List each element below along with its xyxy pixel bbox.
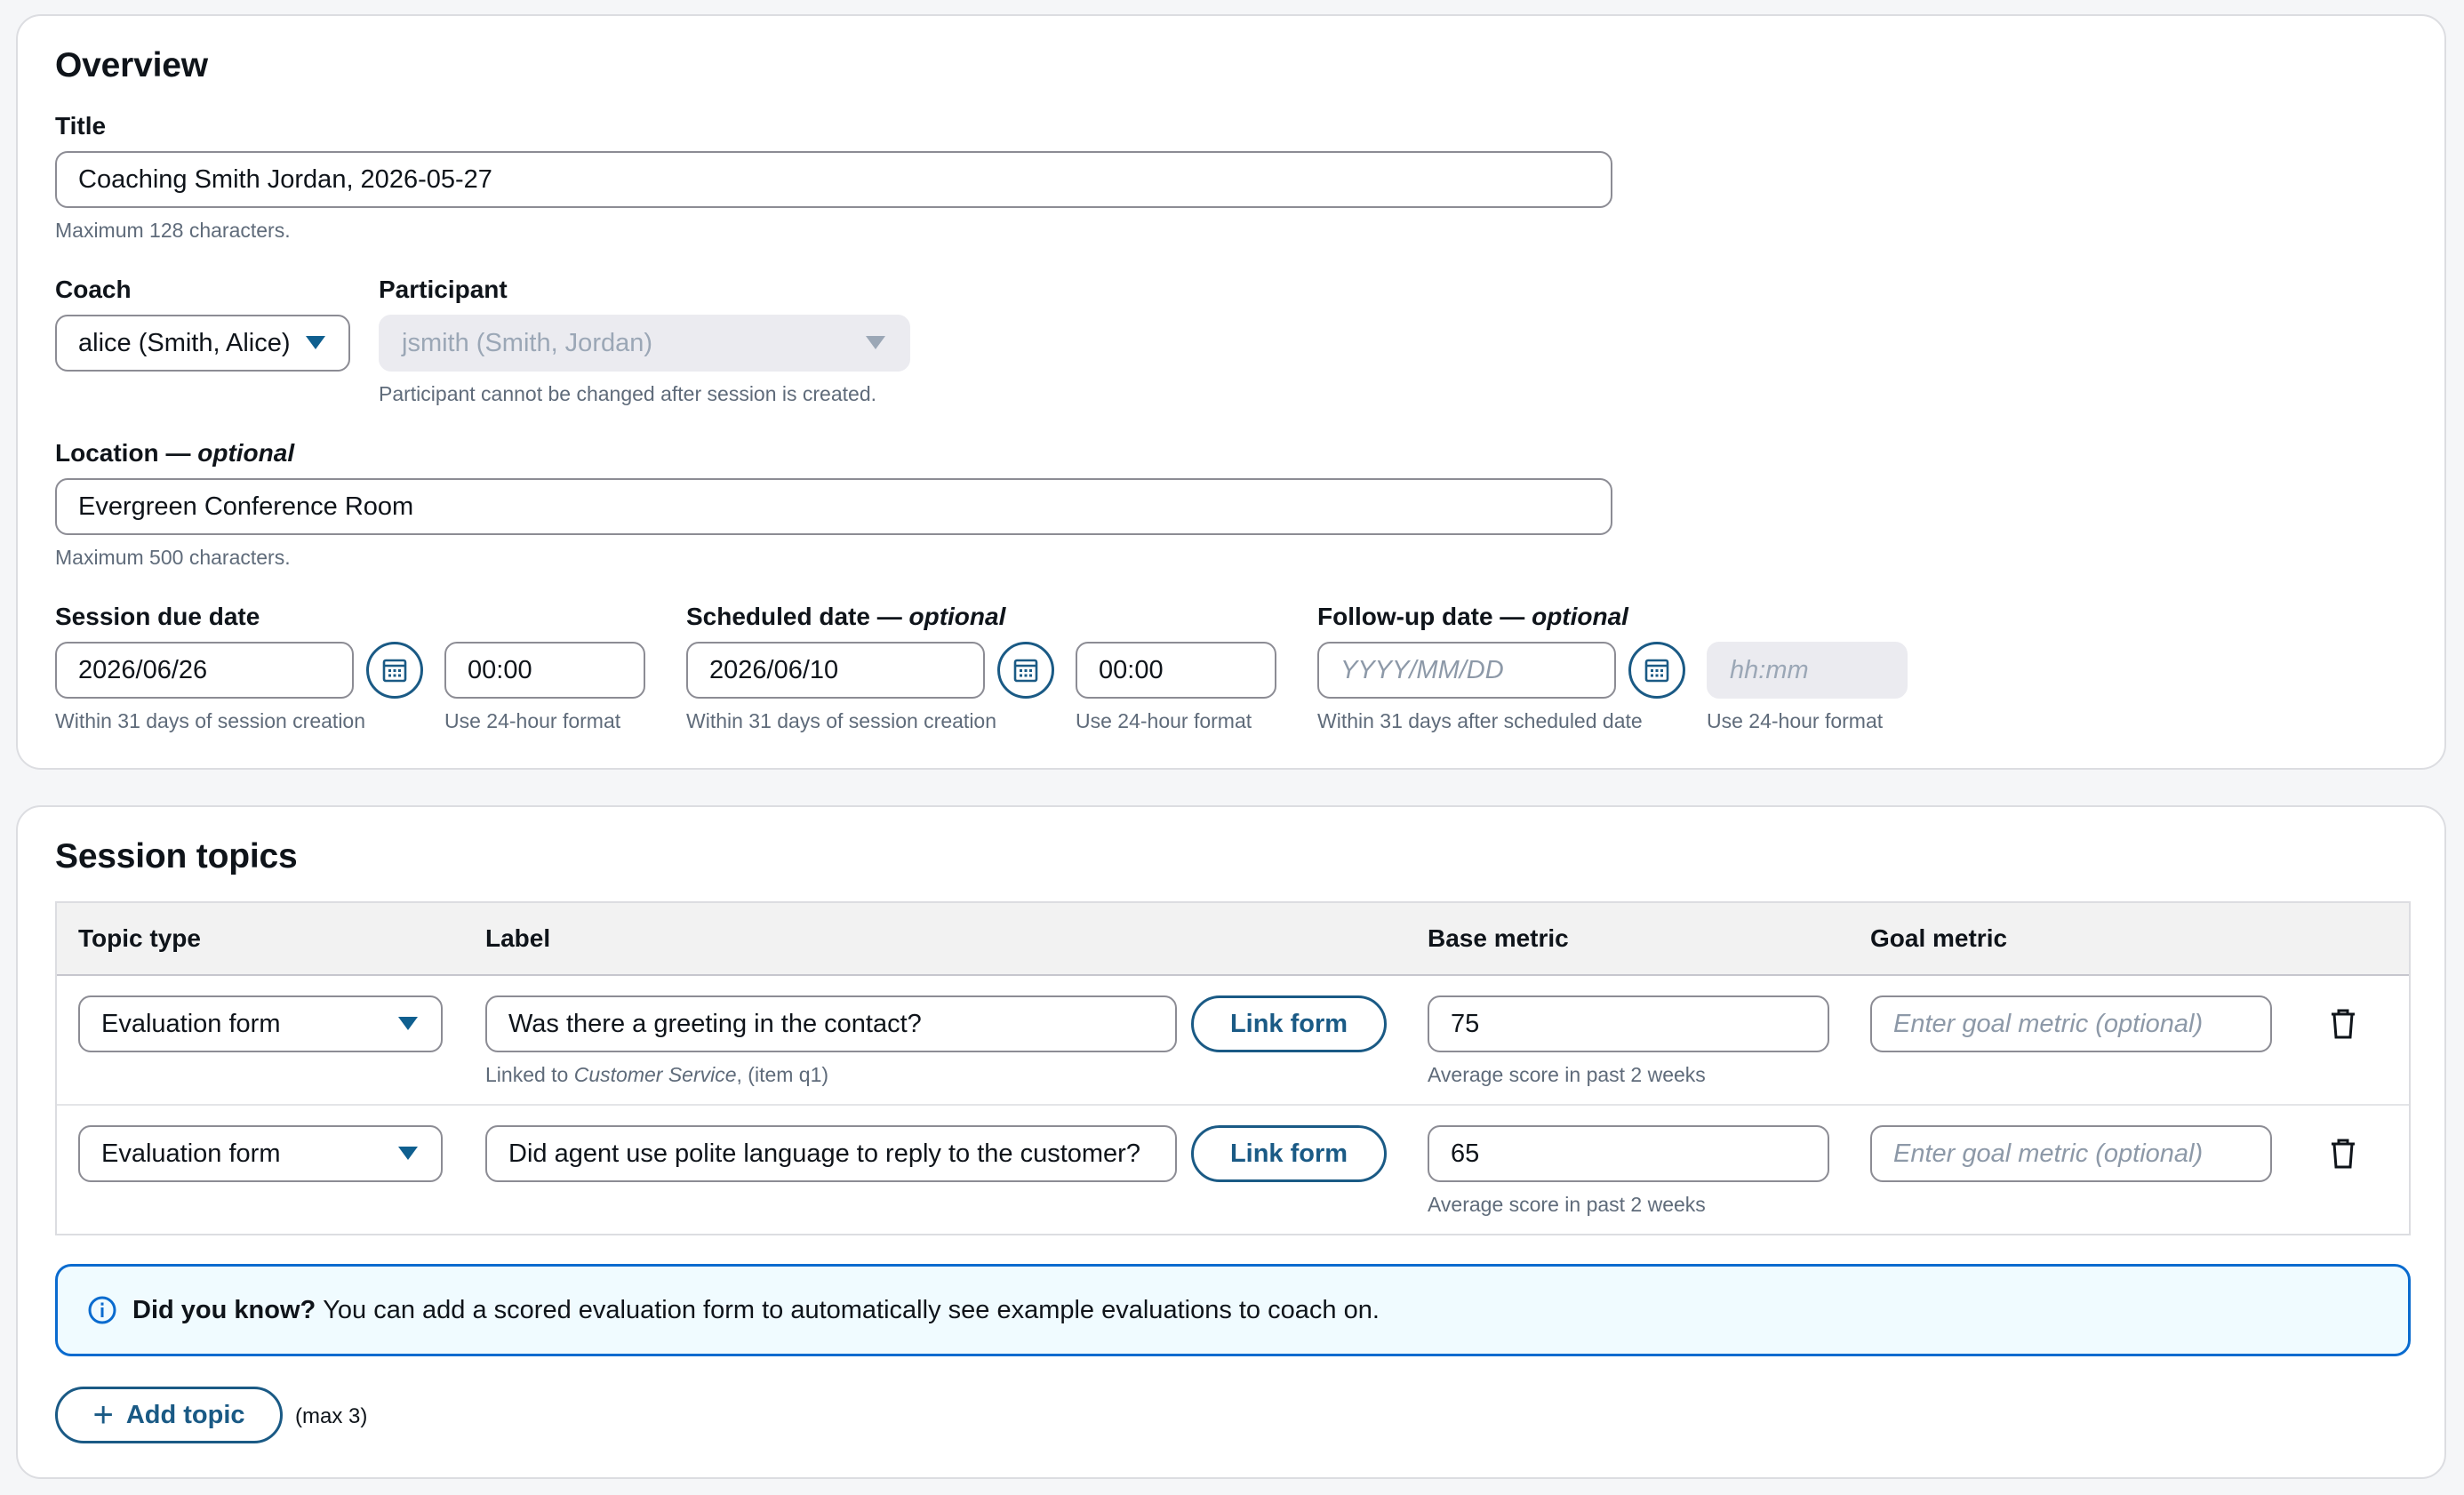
participant-label: Participant [379, 276, 508, 303]
base-metric-input[interactable]: 75 [1428, 995, 1829, 1052]
add-topic-button[interactable]: + Add topic [55, 1387, 283, 1443]
overview-heading: Overview [55, 46, 208, 84]
session-topics-heading: Session topics [55, 837, 298, 875]
followup-time-hint: Use 24-hour format [1707, 709, 1884, 732]
participant-select-value: jsmith (Smith, Jordan) [402, 328, 653, 357]
caret-down-icon [866, 336, 885, 349]
topic-label-input[interactable]: Was there a greeting in the contact? [485, 995, 1177, 1052]
followup-date-label: Follow-up date — optional [1317, 603, 1628, 630]
goal-metric-input[interactable]: Enter goal metric (optional) [1870, 995, 2272, 1052]
title-input[interactable]: Coaching Smith Jordan, 2026-05-27 [55, 151, 1612, 208]
due-date-hint: Within 31 days of session creation [55, 709, 366, 732]
due-date-input[interactable]: 2026/06/26 [55, 642, 354, 699]
title-label: Title [55, 112, 107, 140]
topic-type-select[interactable]: Evaluation form [78, 1125, 443, 1182]
delete-topic-button[interactable] [2327, 1136, 2359, 1171]
column-header-label: Label [485, 924, 551, 952]
calendar-icon [1644, 659, 1669, 683]
scheduled-date-calendar-button[interactable] [997, 642, 1054, 699]
column-header-base-metric: Base metric [1428, 924, 1569, 952]
topic-label-input[interactable]: Did agent use polite language to reply t… [485, 1125, 1177, 1182]
followup-time-input: hh:mm [1707, 642, 1908, 699]
caret-down-icon [398, 1147, 418, 1160]
trash-icon [2332, 1139, 2355, 1169]
coach-select[interactable]: alice (Smith, Alice) [55, 315, 350, 372]
scheduled-date-input[interactable]: 2026/06/10 [686, 642, 985, 699]
alert-title: Did you know? [132, 1295, 316, 1324]
calendar-icon [382, 659, 407, 683]
participant-hint: Participant cannot be changed after sess… [379, 382, 877, 405]
column-header-topic-type: Topic type [78, 924, 201, 952]
topic-type-value: Evaluation form [101, 1139, 281, 1168]
due-time-input[interactable]: 00:00 [444, 642, 645, 699]
scheduled-date-label: Scheduled date — optional [686, 603, 1006, 630]
due-date-calendar-button[interactable] [366, 642, 423, 699]
max-topics-note: (max 3) [295, 1404, 368, 1428]
topic-type-value: Evaluation form [101, 1009, 281, 1038]
location-hint: Maximum 500 characters. [55, 546, 291, 569]
caret-down-icon [398, 1017, 418, 1030]
alert-message: You can add a scored evaluation form to … [323, 1295, 1380, 1324]
followup-date-input[interactable]: YYYY/MM/DD [1317, 642, 1616, 699]
coach-label: Coach [55, 276, 132, 303]
column-header-goal-metric: Goal metric [1870, 924, 2008, 952]
due-time-hint: Use 24-hour format [444, 709, 621, 732]
row-divider [57, 1104, 2409, 1106]
base-metric-hint: Average score in past 2 weeks [1428, 1063, 1706, 1086]
location-input[interactable]: Evergreen Conference Room [55, 478, 1612, 535]
coach-select-value: alice (Smith, Alice) [78, 328, 291, 357]
info-icon [88, 1296, 116, 1324]
goal-metric-input[interactable]: Enter goal metric (optional) [1870, 1125, 2272, 1182]
scheduled-time-hint: Use 24-hour format [1076, 709, 1252, 732]
linked-form-hint: Linked to Customer Service, (item q1) [485, 1063, 829, 1086]
link-form-button[interactable]: Link form [1191, 995, 1387, 1052]
due-date-label: Session due date [55, 603, 260, 630]
info-alert: Did you know? You can add a scored evalu… [55, 1264, 2411, 1356]
base-metric-input[interactable]: 65 [1428, 1125, 1829, 1182]
link-form-button[interactable]: Link form [1191, 1125, 1387, 1182]
overview-card: Overview Title Coaching Smith Jordan, 20… [16, 14, 2446, 770]
plus-icon: + [92, 1395, 114, 1435]
delete-topic-button[interactable] [2327, 1006, 2359, 1042]
topic-type-select[interactable]: Evaluation form [78, 995, 443, 1052]
location-label: Location — optional [55, 439, 295, 467]
participant-select: jsmith (Smith, Jordan) [379, 315, 910, 372]
scheduled-date-hint: Within 31 days of session creation [686, 709, 997, 732]
topics-table: Topic type Label Base metric Goal metric… [55, 901, 2411, 1235]
followup-date-calendar-button[interactable] [1628, 642, 1685, 699]
calendar-icon [1013, 659, 1038, 683]
scheduled-time-input[interactable]: 00:00 [1076, 642, 1276, 699]
topics-table-header: Topic type Label Base metric Goal metric [57, 903, 2409, 976]
base-metric-hint: Average score in past 2 weeks [1428, 1193, 1706, 1216]
title-hint: Maximum 128 characters. [55, 219, 291, 242]
trash-icon [2332, 1009, 2355, 1039]
session-topics-card: Session topics Topic type Label Base met… [16, 805, 2446, 1479]
caret-down-icon [306, 336, 325, 349]
add-topic-label: Add topic [125, 1400, 245, 1429]
followup-date-hint: Within 31 days after scheduled date [1317, 709, 1643, 732]
